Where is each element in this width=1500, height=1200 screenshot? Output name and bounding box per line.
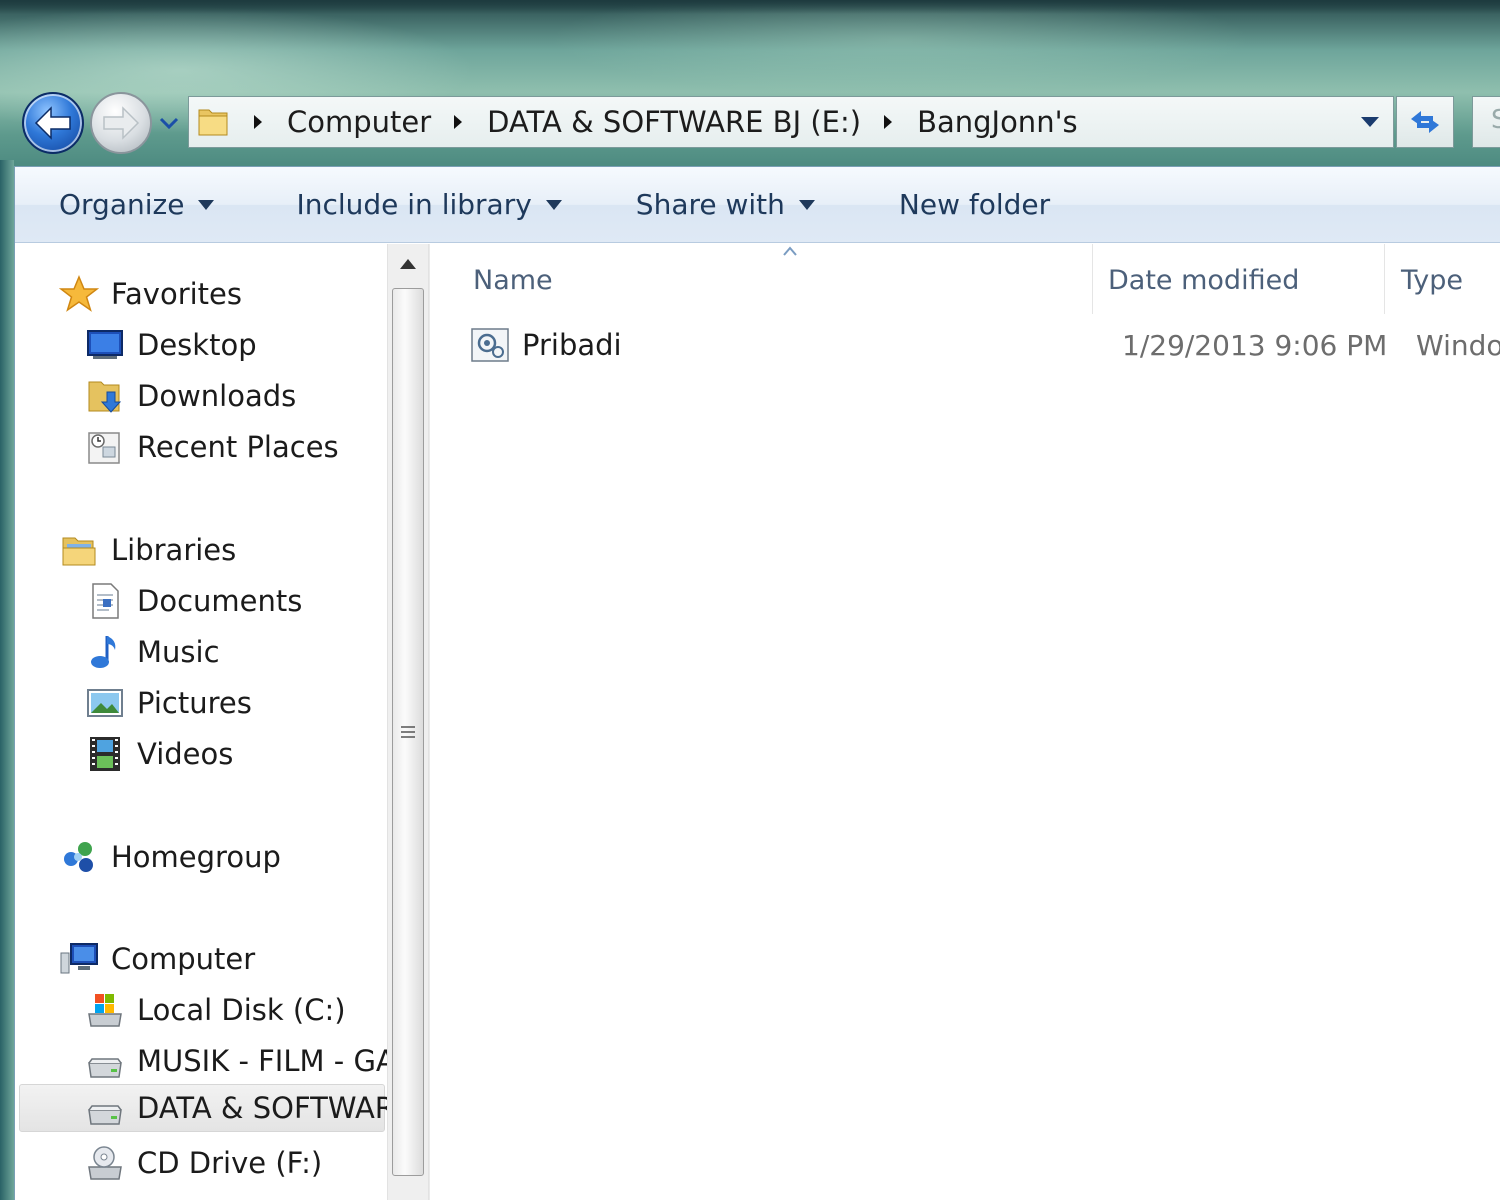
nav-computer-label: Computer [111, 942, 256, 976]
nav-computer[interactable]: Computer [59, 935, 255, 983]
chevron-down-icon [798, 199, 815, 210]
column-name-label: Name [473, 264, 553, 296]
column-separator[interactable] [1384, 244, 1385, 314]
back-arrow-icon [34, 106, 71, 140]
nav-item-desktop[interactable]: Desktop [85, 321, 257, 369]
nav-favorites-label: Favorites [111, 277, 242, 311]
nav-favorites[interactable]: Favorites [59, 270, 242, 318]
homegroup-icon [64, 842, 93, 872]
recent-pages-dropdown[interactable] [156, 112, 182, 134]
navigation-pane: Favorites Desktop Downloads Recent Place… [15, 244, 387, 1200]
file-row[interactable]: Pribadi 1/29/2013 9:06 PM Window [470, 320, 1500, 370]
address-history-dropdown[interactable] [1347, 97, 1393, 147]
refresh-icon [1411, 111, 1439, 133]
navigation-scrollbar[interactable] [387, 244, 429, 1200]
chevron-down-icon [159, 117, 179, 129]
hard-drive-icon [88, 1058, 122, 1078]
back-button[interactable] [22, 92, 84, 154]
organize-label: Organize [59, 188, 185, 221]
nav-homegroup[interactable]: Homegroup [59, 833, 281, 881]
chevron-down-icon [198, 199, 215, 210]
forward-arrow-icon [103, 106, 140, 140]
desktop-icon [87, 330, 123, 359]
window-left-frame [0, 160, 14, 1200]
nav-item-music[interactable]: Music [85, 628, 220, 676]
nav-homegroup-label: Homegroup [111, 840, 281, 874]
column-separator[interactable] [1092, 244, 1093, 314]
nav-item-videos[interactable]: Videos [85, 730, 233, 778]
nav-item-label: Desktop [137, 328, 257, 362]
nav-item-label: Local Disk (C:) [137, 993, 346, 1027]
column-header-date-modified[interactable]: Date modified [1108, 254, 1378, 306]
file-name: Pribadi [522, 328, 622, 362]
nav-item-local-disk-c[interactable]: Local Disk (C:) [85, 986, 346, 1034]
nav-item-pictures[interactable]: Pictures [85, 679, 252, 727]
search-input[interactable]: S [1472, 96, 1500, 148]
nav-item-label: Recent Places [137, 430, 339, 464]
music-note-icon [91, 636, 116, 668]
breadcrumb-arrow-icon[interactable] [251, 112, 265, 132]
column-header-name[interactable]: Name [473, 254, 1073, 306]
nav-item-label: Documents [137, 584, 303, 618]
address-bar[interactable]: Computer DATA & SOFTWARE BJ (E:) BangJon… [188, 96, 1394, 148]
star-icon [59, 275, 99, 312]
folder-icon [198, 109, 228, 136]
scroll-up-button[interactable] [388, 244, 428, 284]
nav-item-label: MUSIK - FILM - GA [137, 1044, 387, 1078]
dropdown-triangle-icon [1361, 117, 1379, 127]
include-in-library-label: Include in library [296, 188, 532, 221]
documents-icon [92, 583, 119, 619]
scroll-thumb[interactable] [392, 288, 424, 1176]
explorer-window: Organize Include in library Share with N… [14, 166, 1500, 1200]
hard-drive-icon [88, 1105, 122, 1125]
nav-item-downloads[interactable]: Downloads [85, 372, 296, 420]
nav-item-cd-drive[interactable]: CD Drive (F:) [85, 1139, 322, 1187]
file-type: Window [1416, 328, 1500, 362]
column-date-label: Date modified [1108, 264, 1300, 296]
new-folder-button[interactable]: New folder [891, 175, 1058, 235]
nav-libraries-label: Libraries [111, 533, 237, 567]
new-folder-label: New folder [898, 188, 1051, 221]
share-with-label: Share with [635, 188, 785, 221]
grip-icon [401, 726, 415, 738]
breadcrumb-data-drive[interactable]: DATA & SOFTWARE BJ (E:) [487, 105, 861, 139]
film-icon [90, 737, 120, 771]
file-list-pane: Name Date modified Type Pribadi 1/29/201… [430, 244, 1500, 1200]
system-file-icon [471, 328, 509, 362]
scroll-up-arrow-icon [400, 259, 416, 269]
computer-icon [60, 943, 98, 974]
file-date-modified: 1/29/2013 9:06 PM [1122, 328, 1388, 362]
nav-item-musik-drive[interactable]: MUSIK - FILM - GA [85, 1037, 387, 1085]
nav-item-data-drive[interactable]: DATA & SOFTWAR [19, 1084, 387, 1132]
recent-places-icon [88, 432, 120, 464]
chevron-down-icon [545, 199, 562, 210]
system-drive-icon [88, 994, 122, 1027]
nav-item-label: Pictures [137, 686, 252, 720]
breadcrumb-computer[interactable]: Computer [287, 105, 431, 139]
nav-item-label: CD Drive (F:) [137, 1146, 323, 1180]
cd-drive-icon [88, 1146, 122, 1180]
include-in-library-button[interactable]: Include in library [288, 175, 569, 235]
refresh-button[interactable] [1396, 96, 1454, 148]
breadcrumb-arrow-icon[interactable] [451, 112, 465, 132]
nav-item-documents[interactable]: Documents [85, 577, 302, 625]
share-with-button[interactable]: Share with [628, 175, 823, 235]
breadcrumb-bangjonns[interactable]: BangJonn's [917, 105, 1078, 139]
nav-item-label: Downloads [137, 379, 297, 413]
column-type-label: Type [1401, 264, 1464, 296]
nav-item-recent-places[interactable]: Recent Places [85, 423, 339, 471]
libraries-icon [62, 537, 96, 566]
pictures-icon [87, 689, 123, 717]
nav-item-label: DATA & SOFTWAR [137, 1091, 387, 1125]
organize-button[interactable]: Organize [51, 175, 222, 235]
downloads-folder-icon [88, 381, 122, 413]
nav-libraries[interactable]: Libraries [59, 526, 236, 574]
command-bar: Organize Include in library Share with N… [15, 167, 1500, 243]
column-header-type[interactable]: Type [1401, 254, 1500, 306]
nav-item-label: Music [137, 635, 220, 669]
breadcrumb-arrow-icon[interactable] [881, 112, 895, 132]
forward-button[interactable] [90, 92, 152, 154]
nav-item-label: Videos [137, 737, 234, 771]
